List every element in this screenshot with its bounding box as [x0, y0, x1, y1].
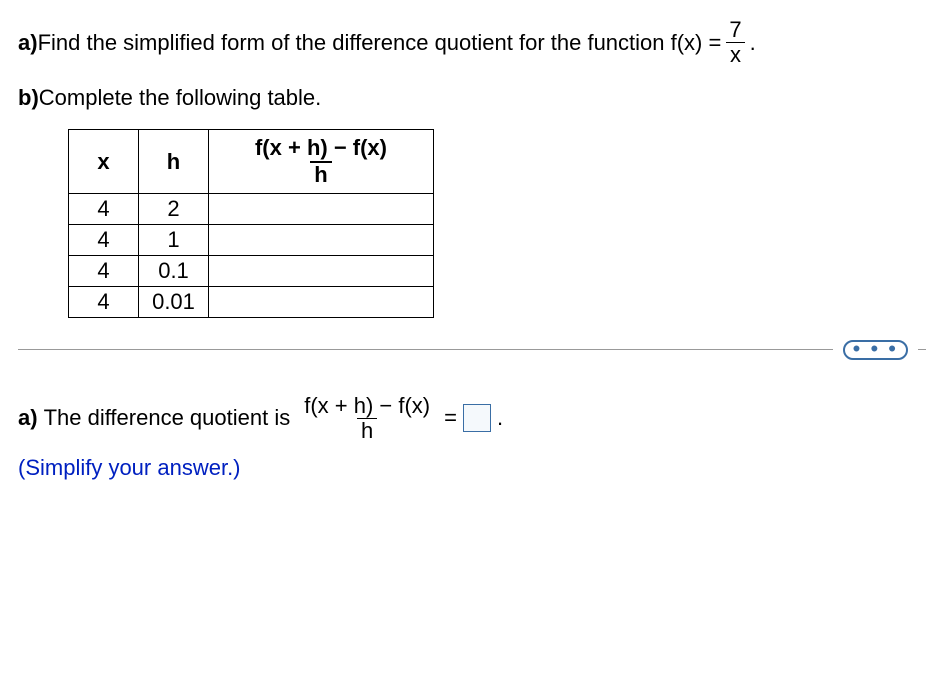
cell-x: 4 — [69, 193, 139, 224]
answer-dq-denominator: h — [357, 418, 377, 443]
more-options-button[interactable]: • • • — [843, 340, 908, 360]
function-fraction: 7 x — [725, 18, 745, 67]
header-h: h — [139, 130, 209, 193]
equals-sign: = — [444, 405, 457, 431]
cell-result — [209, 286, 434, 317]
dq-denominator: h — [310, 161, 331, 187]
table-header-row: x h f(x + h) − f(x) h — [69, 130, 434, 193]
dq-numerator: f(x + h) − f(x) — [251, 136, 391, 160]
section-divider: • • • — [18, 340, 926, 360]
cell-result — [209, 255, 434, 286]
cell-h: 2 — [139, 193, 209, 224]
header-diff-quotient: f(x + h) − f(x) h — [209, 130, 434, 193]
answer-input[interactable] — [463, 404, 491, 432]
divider-line-right — [918, 349, 926, 350]
answer-text-before: The difference quotient is — [44, 405, 291, 431]
cell-x: 4 — [69, 224, 139, 255]
problem-part-b: b) Complete the following table. — [18, 85, 926, 111]
table-row: 4 2 — [69, 193, 434, 224]
cell-h: 1 — [139, 224, 209, 255]
cell-result — [209, 224, 434, 255]
part-a-label: a) — [18, 30, 38, 56]
cell-x: 4 — [69, 255, 139, 286]
table-row: 4 0.01 — [69, 286, 434, 317]
answer-dq-numerator: f(x + h) − f(x) — [300, 394, 434, 418]
diff-quotient-fraction: f(x + h) − f(x) h — [251, 136, 391, 186]
divider-line-left — [18, 349, 833, 350]
data-table: x h f(x + h) − f(x) h 4 2 4 1 4 0.1 — [68, 129, 434, 317]
part-b-text: Complete the following table. — [39, 85, 322, 111]
dots-icon: • • • — [853, 343, 898, 354]
answer-period: . — [497, 405, 503, 431]
cell-h: 0.01 — [139, 286, 209, 317]
fraction-denominator: x — [726, 42, 745, 67]
cell-h: 0.1 — [139, 255, 209, 286]
period: . — [750, 30, 756, 56]
table-row: 4 1 — [69, 224, 434, 255]
answer-part-a: a) The difference quotient is f(x + h) −… — [18, 394, 926, 443]
problem-part-a: a) Find the simplified form of the diffe… — [18, 18, 926, 67]
header-x: x — [69, 130, 139, 193]
table-row: 4 0.1 — [69, 255, 434, 286]
part-b-label: b) — [18, 85, 39, 111]
cell-x: 4 — [69, 286, 139, 317]
cell-result — [209, 193, 434, 224]
simplify-hint: (Simplify your answer.) — [18, 455, 926, 481]
fraction-numerator: 7 — [725, 18, 745, 42]
answer-label: a) — [18, 405, 38, 431]
part-a-text: Find the simplified form of the differen… — [38, 30, 722, 56]
answer-diff-quotient-fraction: f(x + h) − f(x) h — [300, 394, 434, 443]
